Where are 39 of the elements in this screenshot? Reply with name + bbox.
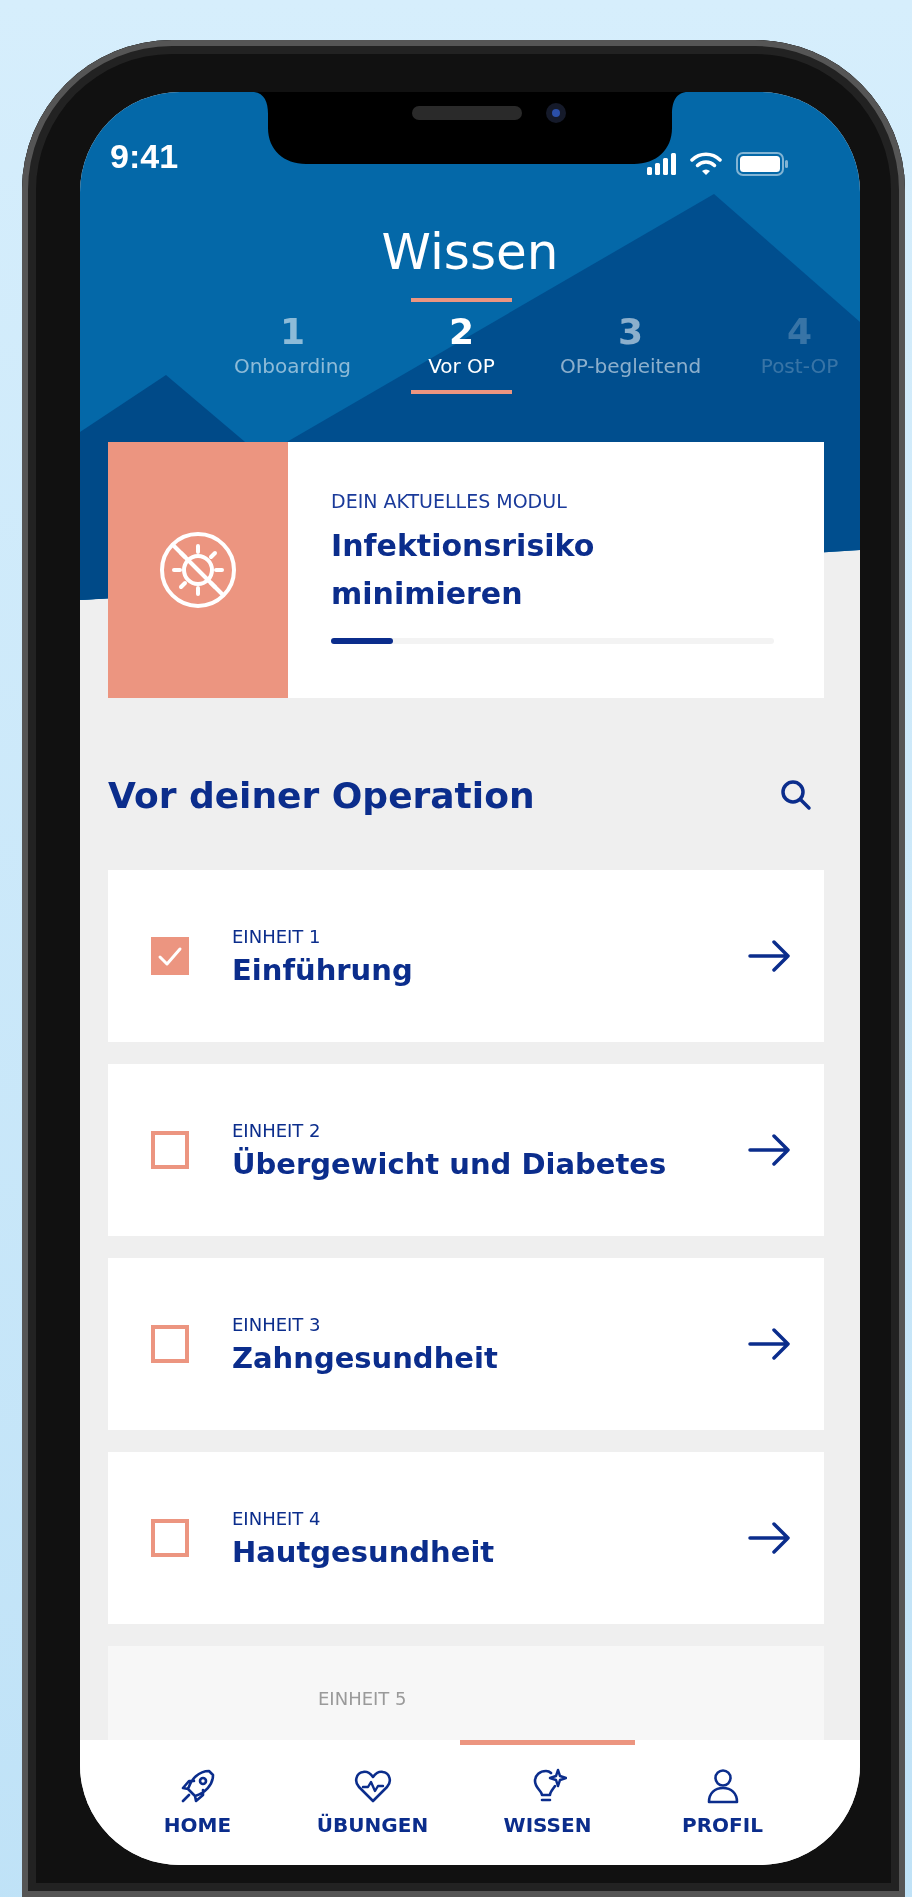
arrow-right-icon <box>748 1325 790 1363</box>
status-time: 9:41 <box>110 136 179 176</box>
unit-card[interactable]: EINHEIT 1 Einführung <box>108 870 824 1042</box>
arrow-right-icon <box>748 937 790 975</box>
unit-title: Einführung <box>232 952 414 987</box>
nav-tab[interactable]: WISSEN <box>460 1740 635 1865</box>
arrow-right-icon <box>748 1131 790 1169</box>
unit-title: Zahngesundheit <box>232 1340 499 1375</box>
unit-eyebrow: EINHEIT 4 <box>232 1507 322 1529</box>
module-card[interactable]: DEIN AKTUELLES MODUL Infektionsrisiko minimieren <box>108 442 824 698</box>
page-title: Wissen <box>380 222 560 282</box>
checkbox[interactable] <box>151 1519 189 1557</box>
step-tab[interactable]: 2 Vor OP <box>377 298 546 394</box>
nav-tab[interactable]: PROFIL <box>635 1740 810 1865</box>
unit-title: Übergewicht und Diabetes <box>232 1146 668 1181</box>
unit-eyebrow: EINHEIT 3 <box>232 1313 322 1335</box>
unit-eyebrow: EINHEIT 5 <box>318 1688 407 1709</box>
signal-icon <box>647 153 676 175</box>
nav-tab[interactable]: HOME <box>110 1740 285 1865</box>
unit-eyebrow: EINHEIT 2 <box>232 1119 322 1141</box>
unit-eyebrow: EINHEIT 1 <box>232 925 322 947</box>
step-tab[interactable]: 3 OP-begleitend <box>546 298 715 394</box>
unit-card[interactable]: EINHEIT 4 Hautgesundheit <box>108 1452 824 1624</box>
battery-icon <box>736 152 788 176</box>
checkbox[interactable] <box>151 937 189 975</box>
unit-title: Hautgesundheit <box>232 1534 496 1569</box>
unit-card[interactable]: EINHEIT 2 Übergewicht und Diabetes <box>108 1064 824 1236</box>
module-eyebrow: DEIN AKTUELLES MODUL <box>331 490 568 512</box>
checkbox[interactable] <box>151 1131 189 1169</box>
heart-pulse-icon <box>353 1767 392 1805</box>
checkbox[interactable] <box>151 1325 189 1363</box>
wifi-icon <box>690 152 722 176</box>
section-title: Vor deiner Operation <box>108 774 535 816</box>
arrow-right-icon <box>748 1519 790 1557</box>
search-icon <box>780 779 812 811</box>
unit-card[interactable]: EINHEIT 3 Zahngesundheit <box>108 1258 824 1430</box>
module-title: Infektionsrisiko minimieren <box>331 527 596 613</box>
no-germ-icon <box>158 530 238 610</box>
nav-tab[interactable]: ÜBUNGEN <box>285 1740 460 1865</box>
